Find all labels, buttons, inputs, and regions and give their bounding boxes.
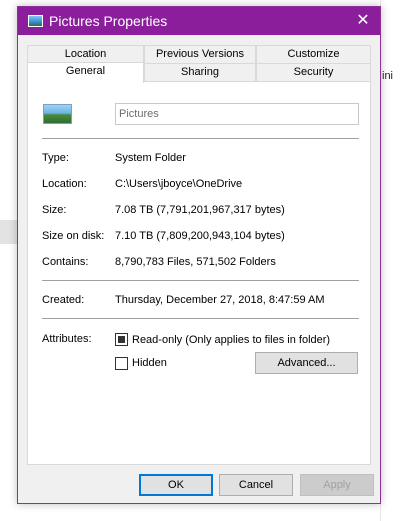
created-value: Thursday, December 27, 2018, 8:47:59 AM — [115, 294, 325, 306]
background-fragment — [0, 220, 18, 244]
size-label: Size: — [42, 204, 67, 216]
cancel-button[interactable]: Cancel — [219, 474, 293, 496]
pictures-folder-icon — [28, 15, 43, 27]
ok-button[interactable]: OK — [139, 474, 213, 496]
general-tab-panel: Type: System Folder Location: C:\Users\j… — [27, 81, 371, 465]
close-button[interactable]: ✕ — [346, 7, 380, 35]
size-on-disk-value: 7.10 TB (7,809,200,943,104 bytes) — [115, 230, 285, 242]
location-label: Location: — [42, 178, 87, 190]
pictures-folder-icon — [43, 104, 72, 124]
properties-dialog: Pictures Properties ✕ Location Previous … — [17, 6, 381, 504]
advanced-button[interactable]: Advanced... — [255, 352, 358, 374]
contains-value: 8,790,783 Files, 571,502 Folders — [115, 256, 276, 268]
size-value: 7.08 TB (7,791,201,967,317 bytes) — [115, 204, 285, 216]
created-label: Created: — [42, 294, 85, 306]
tab-previous-versions[interactable]: Previous Versions — [144, 45, 256, 63]
tab-customize[interactable]: Customize — [256, 45, 371, 63]
type-value: System Folder — [115, 152, 186, 164]
background-text: ini — [382, 70, 394, 82]
folder-name-input[interactable] — [115, 103, 359, 125]
apply-button[interactable]: Apply — [300, 474, 374, 496]
attributes-label: Attributes: — [42, 333, 92, 345]
tab-general[interactable]: General — [27, 62, 144, 83]
tab-location[interactable]: Location — [27, 45, 144, 63]
location-value: C:\Users\jboyce\OneDrive — [115, 178, 243, 190]
readonly-checkbox[interactable] — [115, 333, 128, 346]
readonly-label[interactable]: Read-only (Only applies to files in fold… — [132, 334, 330, 346]
title-bar[interactable]: Pictures Properties ✕ — [18, 7, 380, 35]
separator — [42, 138, 359, 139]
tab-security[interactable]: Security — [256, 63, 371, 81]
hidden-label[interactable]: Hidden — [132, 357, 167, 369]
size-on-disk-label: Size on disk: — [42, 230, 105, 242]
window-title: Pictures Properties — [49, 13, 168, 29]
tab-sharing[interactable]: Sharing — [144, 63, 256, 81]
separator — [42, 280, 359, 281]
contains-label: Contains: — [42, 256, 89, 268]
hidden-checkbox[interactable] — [115, 357, 128, 370]
separator — [42, 318, 359, 319]
type-label: Type: — [42, 152, 69, 164]
